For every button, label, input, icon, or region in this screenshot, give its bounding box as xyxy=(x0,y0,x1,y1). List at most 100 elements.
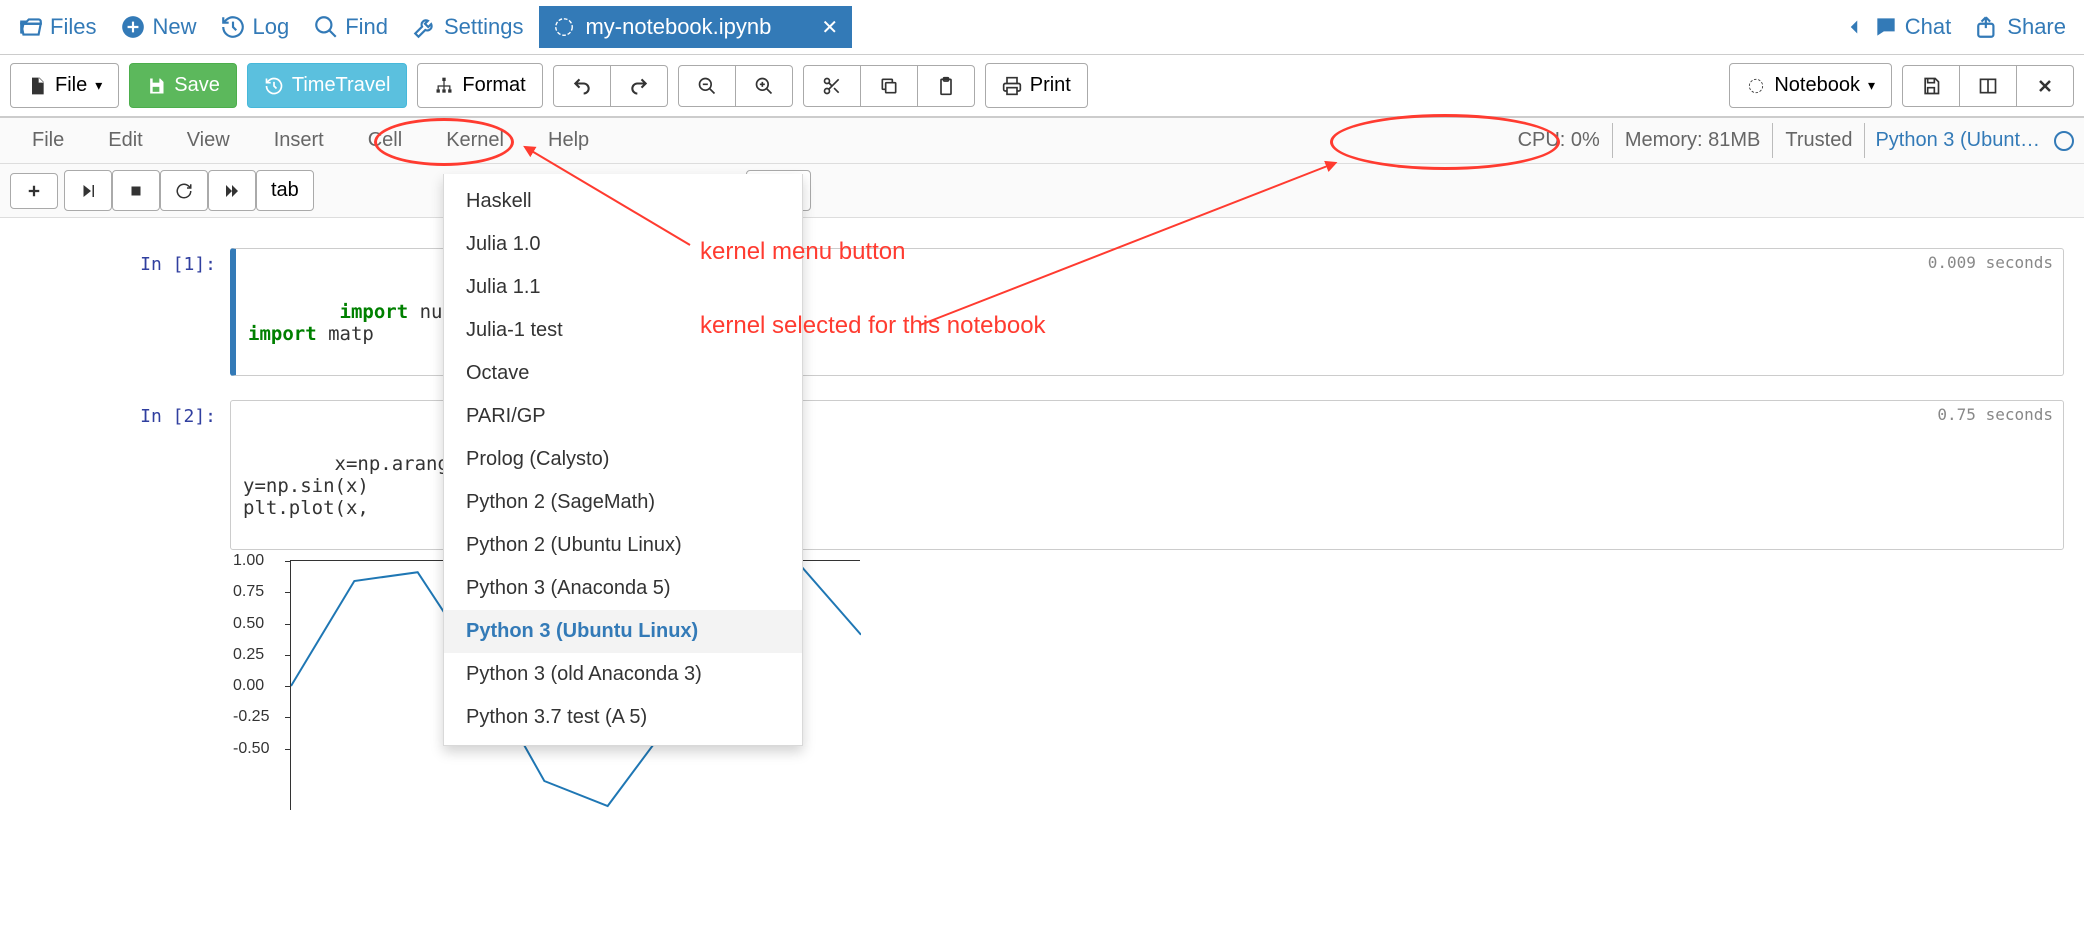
kernel-option[interactable]: Python 3 (Anaconda 5) xyxy=(444,567,802,610)
zoom-out-button[interactable] xyxy=(678,65,736,107)
plus-circle-icon xyxy=(120,14,146,40)
find-link[interactable]: Find xyxy=(305,10,396,44)
notebook-dropdown-button[interactable]: Notebook xyxy=(1729,63,1892,108)
y-tick-label: -0.50 xyxy=(233,740,269,758)
project-bar: Files New Log Find Settings my-notebook.… xyxy=(0,0,2084,55)
notebook-dropdown-label: Notebook xyxy=(1774,74,1860,97)
jupyter-icon xyxy=(553,16,575,38)
menu-file[interactable]: File xyxy=(10,119,86,162)
chat-link[interactable]: Chat xyxy=(1833,10,1959,44)
kernel-option[interactable]: PARI/GP xyxy=(444,395,802,438)
zoom-in-icon xyxy=(754,76,774,96)
share-link[interactable]: Share xyxy=(1967,10,2074,44)
kernel-indicator-icon xyxy=(2054,131,2074,151)
log-link[interactable]: Log xyxy=(212,10,297,44)
log-label: Log xyxy=(252,14,289,40)
main-toolbar: File Save TimeTravel Format xyxy=(0,55,2084,118)
layout-group xyxy=(1902,65,2074,107)
copy-icon xyxy=(879,76,899,96)
undo-button[interactable] xyxy=(553,65,611,107)
search-icon xyxy=(313,14,339,40)
step-forward-icon xyxy=(79,182,97,200)
cell-timing: 0.75 seconds xyxy=(1937,405,2053,424)
y-tick-label: 0.25 xyxy=(233,646,264,664)
run-all-button[interactable] xyxy=(208,170,256,211)
find-label: Find xyxy=(345,14,388,40)
history-icon xyxy=(264,76,284,96)
kernel-option[interactable]: Octave xyxy=(444,352,802,395)
settings-link[interactable]: Settings xyxy=(404,10,532,44)
restart-button[interactable] xyxy=(160,170,208,211)
kernel-option[interactable]: Python 3.7 test (A 5) xyxy=(444,696,802,739)
kernel-option[interactable]: Julia 1.1 xyxy=(444,266,802,309)
redo-button[interactable] xyxy=(611,65,668,107)
save-layout-button[interactable] xyxy=(1902,65,1960,107)
chat-label: Chat xyxy=(1905,14,1951,40)
history-icon xyxy=(220,14,246,40)
menu-edit[interactable]: Edit xyxy=(86,119,164,162)
timetravel-button[interactable]: TimeTravel xyxy=(247,63,408,108)
folder-open-icon xyxy=(18,14,44,40)
kernel-option[interactable]: Python 2 (SageMath) xyxy=(444,481,802,524)
code-text: import nump import matp xyxy=(248,301,465,345)
cut-button[interactable] xyxy=(803,65,861,107)
tab-button-label: tab xyxy=(271,179,299,202)
y-tick-label: 0.00 xyxy=(233,677,264,695)
format-button[interactable]: Format xyxy=(417,63,542,108)
zoom-group xyxy=(678,65,793,107)
fast-forward-icon xyxy=(223,182,241,200)
copy-button[interactable] xyxy=(861,65,918,107)
menu-insert[interactable]: Insert xyxy=(252,119,346,162)
interrupt-button[interactable] xyxy=(112,170,160,211)
kernel-option[interactable]: Python 2 (Ubuntu Linux) xyxy=(444,524,802,567)
close-tab-icon[interactable]: ✕ xyxy=(821,15,838,40)
trusted-status[interactable]: Trusted xyxy=(1773,123,1865,158)
new-label: New xyxy=(152,14,196,40)
new-link[interactable]: New xyxy=(112,10,204,44)
paste-button[interactable] xyxy=(918,65,975,107)
print-button[interactable]: Print xyxy=(985,63,1088,108)
menu-cell[interactable]: Cell xyxy=(346,119,424,162)
files-label: Files xyxy=(50,14,96,40)
close-button[interactable] xyxy=(2017,65,2074,107)
jupyter-icon xyxy=(1746,76,1766,96)
redo-icon xyxy=(629,76,649,96)
clipboard-icon xyxy=(936,76,956,96)
zoom-in-button[interactable] xyxy=(736,65,793,107)
save-button[interactable]: Save xyxy=(129,63,237,108)
annotation-label-1: kernel menu button xyxy=(700,238,905,266)
file-tab[interactable]: my-notebook.ipynb ✕ xyxy=(539,6,852,48)
timetravel-label: TimeTravel xyxy=(292,74,391,97)
columns-icon xyxy=(1978,76,1998,96)
cell-prompt: In [1]: xyxy=(20,248,230,376)
kernel-option[interactable]: Python 3 (Ubuntu Linux) xyxy=(444,610,802,653)
kernel-option[interactable]: Prolog (Calysto) xyxy=(444,438,802,481)
files-link[interactable]: Files xyxy=(10,10,104,44)
y-tick-label: 0.75 xyxy=(233,583,264,601)
wrench-icon xyxy=(412,14,438,40)
save-icon xyxy=(1921,76,1941,96)
file-icon xyxy=(27,76,47,96)
code-text: x=np.arange y=np.sin(x) plt.plot(x, xyxy=(243,453,460,519)
file-dropdown-label: File xyxy=(55,74,87,97)
kernel-option[interactable]: Python 3 (old Anaconda 3) xyxy=(444,653,802,696)
share-icon xyxy=(1975,14,2001,40)
zoom-out-icon xyxy=(697,76,717,96)
split-button[interactable] xyxy=(1960,65,2017,107)
chat-bubble-icon xyxy=(1873,14,1899,40)
stop-icon xyxy=(127,182,145,200)
scissors-icon xyxy=(822,76,842,96)
code-cell[interactable]: In [2]: 0.75 seconds x=np.arange y=np.si… xyxy=(20,400,2064,810)
undo-icon xyxy=(572,76,592,96)
insert-cell-button[interactable] xyxy=(10,173,58,209)
run-button[interactable] xyxy=(64,170,112,211)
cell-timing: 0.009 seconds xyxy=(1928,253,2053,272)
kernel-status[interactable]: Python 3 (Ubunt… xyxy=(1865,123,2050,158)
save-icon xyxy=(146,76,166,96)
memory-status: Memory: 81MB xyxy=(1613,123,1774,158)
tab-button[interactable]: tab xyxy=(256,170,314,211)
file-dropdown-button[interactable]: File xyxy=(10,63,119,108)
clipboard-group xyxy=(803,65,975,107)
menu-view[interactable]: View xyxy=(165,119,252,162)
undo-redo-group xyxy=(553,65,668,107)
